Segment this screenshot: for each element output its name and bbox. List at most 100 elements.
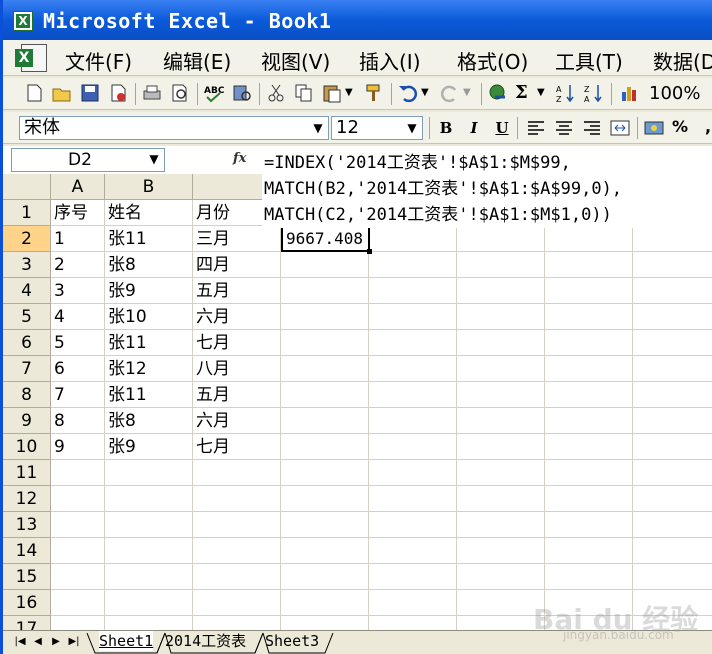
grid-cell[interactable] bbox=[105, 460, 193, 486]
grid-cell[interactable] bbox=[457, 304, 545, 330]
grid-cell[interactable] bbox=[281, 486, 369, 512]
grid-cell[interactable]: 八月 bbox=[193, 356, 281, 382]
grid-cell[interactable] bbox=[545, 356, 633, 382]
grid-cell[interactable]: 5 bbox=[51, 330, 105, 356]
redo-dropdown-icon[interactable]: ▼ bbox=[463, 82, 473, 104]
first-sheet-icon[interactable]: |◀ bbox=[13, 634, 27, 650]
grid-cell[interactable] bbox=[105, 512, 193, 538]
grid-cell[interactable] bbox=[545, 226, 633, 252]
undo-dropdown-icon[interactable]: ▼ bbox=[421, 82, 431, 104]
underline-button[interactable]: U bbox=[491, 117, 513, 139]
grid-cell[interactable] bbox=[545, 330, 633, 356]
sort-ascending-icon[interactable]: AZ bbox=[555, 82, 577, 104]
row-header[interactable]: 14 bbox=[3, 538, 51, 564]
row-header[interactable]: 11 bbox=[3, 460, 51, 486]
grid-cell[interactable] bbox=[457, 408, 545, 434]
grid-cell[interactable] bbox=[545, 408, 633, 434]
paste-dropdown-icon[interactable]: ▼ bbox=[345, 82, 355, 104]
row-header[interactable]: 3 bbox=[3, 252, 51, 278]
grid-cell[interactable] bbox=[281, 278, 369, 304]
grid-cell[interactable] bbox=[369, 304, 457, 330]
worksheet-grid[interactable]: ABC1序号姓名月份21张11三月32张8四月43张9五月54张10六月65张1… bbox=[3, 174, 712, 642]
grid-cell[interactable] bbox=[545, 486, 633, 512]
grid-cell[interactable]: 序号 bbox=[51, 200, 105, 226]
grid-cell[interactable] bbox=[193, 486, 281, 512]
insert-function-icon[interactable]: fx bbox=[233, 151, 246, 166]
grid-cell[interactable] bbox=[281, 538, 369, 564]
grid-cell[interactable] bbox=[369, 382, 457, 408]
grid-cell[interactable] bbox=[105, 486, 193, 512]
grid-cell[interactable] bbox=[545, 304, 633, 330]
grid-cell[interactable] bbox=[369, 564, 457, 590]
grid-cell[interactable] bbox=[545, 564, 633, 590]
grid-cell[interactable] bbox=[369, 408, 457, 434]
print-icon[interactable] bbox=[141, 82, 163, 104]
workbook-icon[interactable]: X bbox=[15, 43, 51, 73]
grid-cell[interactable]: 三月 bbox=[193, 226, 281, 252]
row-header[interactable]: 12 bbox=[3, 486, 51, 512]
grid-cell[interactable] bbox=[281, 590, 369, 616]
menu-format[interactable]: 格式(O) bbox=[457, 46, 528, 75]
grid-cell[interactable]: 4 bbox=[51, 304, 105, 330]
grid-cell[interactable] bbox=[545, 278, 633, 304]
grid-cell[interactable]: 七月 bbox=[193, 330, 281, 356]
grid-cell[interactable] bbox=[281, 460, 369, 486]
menu-view[interactable]: 视图(V) bbox=[261, 46, 330, 75]
align-center-icon[interactable] bbox=[553, 117, 575, 139]
name-box-dropdown-icon[interactable]: ▼ bbox=[146, 150, 162, 168]
row-header[interactable]: 13 bbox=[3, 512, 51, 538]
grid-cell[interactable] bbox=[369, 356, 457, 382]
grid-cell[interactable] bbox=[369, 590, 457, 616]
grid-cell[interactable]: 张11 bbox=[105, 226, 193, 252]
open-icon[interactable] bbox=[51, 82, 73, 104]
row-header[interactable]: 6 bbox=[3, 330, 51, 356]
menu-edit[interactable]: 编辑(E) bbox=[163, 46, 231, 75]
next-sheet-icon[interactable]: ▶ bbox=[49, 634, 63, 650]
grid-cell[interactable]: 七月 bbox=[193, 434, 281, 460]
grid-cell[interactable] bbox=[281, 434, 369, 460]
grid-cell[interactable]: 张8 bbox=[105, 408, 193, 434]
percent-style-button[interactable]: % bbox=[669, 117, 691, 139]
grid-cell[interactable] bbox=[457, 434, 545, 460]
grid-cell[interactable]: 张9 bbox=[105, 278, 193, 304]
grid-cell[interactable] bbox=[193, 590, 281, 616]
italic-button[interactable]: I bbox=[463, 117, 485, 139]
grid-cell[interactable] bbox=[633, 226, 712, 252]
grid-cell[interactable] bbox=[457, 330, 545, 356]
redo-icon[interactable] bbox=[439, 82, 461, 104]
undo-icon[interactable] bbox=[397, 82, 419, 104]
menu-insert[interactable]: 插入(I) bbox=[359, 46, 421, 75]
paste-icon[interactable] bbox=[321, 82, 343, 104]
grid-cell[interactable] bbox=[545, 382, 633, 408]
grid-cell[interactable] bbox=[369, 434, 457, 460]
autosum-icon[interactable]: Σ bbox=[515, 82, 537, 104]
grid-cell[interactable]: 1 bbox=[51, 226, 105, 252]
grid-cell[interactable] bbox=[281, 330, 369, 356]
grid-cell[interactable] bbox=[105, 590, 193, 616]
grid-cell[interactable] bbox=[457, 486, 545, 512]
sort-descending-icon[interactable]: ZA bbox=[583, 82, 605, 104]
grid-cell[interactable] bbox=[457, 564, 545, 590]
grid-cell[interactable] bbox=[545, 512, 633, 538]
row-header[interactable]: 2 bbox=[3, 226, 51, 252]
bold-button[interactable]: B bbox=[435, 117, 457, 139]
chart-wizard-icon[interactable] bbox=[619, 82, 641, 104]
grid-cell[interactable] bbox=[281, 304, 369, 330]
currency-icon[interactable] bbox=[643, 117, 665, 139]
font-size-dropdown-icon[interactable]: ▼ bbox=[404, 119, 420, 137]
font-size-select[interactable]: 12 ▼ bbox=[331, 116, 423, 140]
grid-cell[interactable] bbox=[633, 330, 712, 356]
select-all-corner[interactable] bbox=[3, 174, 51, 200]
row-header[interactable]: 9 bbox=[3, 408, 51, 434]
menu-file[interactable]: 文件(F) bbox=[65, 46, 132, 75]
hyperlink-icon[interactable] bbox=[487, 82, 509, 104]
row-header[interactable]: 10 bbox=[3, 434, 51, 460]
grid-cell[interactable] bbox=[633, 564, 712, 590]
print-preview-icon[interactable] bbox=[169, 82, 191, 104]
row-header[interactable]: 5 bbox=[3, 304, 51, 330]
column-header-0[interactable]: A bbox=[51, 174, 105, 200]
merge-center-icon[interactable] bbox=[609, 117, 631, 139]
grid-cell[interactable] bbox=[281, 356, 369, 382]
grid-cell[interactable] bbox=[281, 252, 369, 278]
grid-cell[interactable]: 张11 bbox=[105, 382, 193, 408]
